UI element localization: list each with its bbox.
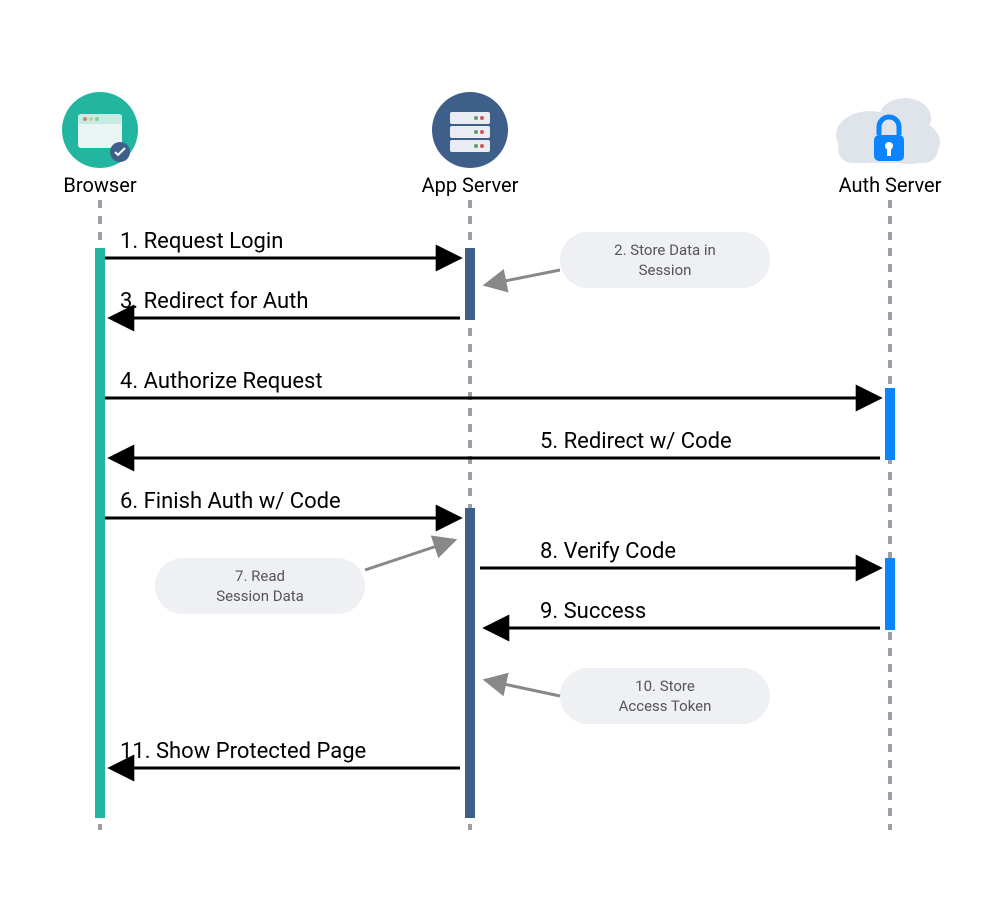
note-10-store-token: 10. Store Access Token xyxy=(485,668,770,724)
msg-3-redirect-auth: 3. Redirect for Auth xyxy=(110,289,460,318)
app-activation-2 xyxy=(465,508,475,818)
svg-text:Access Token: Access Token xyxy=(619,697,712,715)
sequence-diagram: Browser App Server Auth Server xyxy=(0,0,1000,900)
auth-activation-1 xyxy=(885,388,895,460)
msg-11-show-page: 11. Show Protected Page xyxy=(110,739,460,768)
browser-label: Browser xyxy=(63,173,136,197)
msg-6-finish-auth: 6. Finish Auth w/ Code xyxy=(105,489,460,518)
svg-text:8. Verify Code: 8. Verify Code xyxy=(540,539,676,564)
note-7-read-session: 7. Read Session Data xyxy=(155,540,455,614)
svg-text:5. Redirect w/ Code: 5. Redirect w/ Code xyxy=(540,429,732,454)
svg-text:10. Store: 10. Store xyxy=(635,677,695,695)
msg-8-verify-code: 8. Verify Code xyxy=(480,539,880,568)
auth-server-label: Auth Server xyxy=(839,173,942,197)
auth-server-actor: Auth Server xyxy=(836,98,942,197)
svg-text:Session: Session xyxy=(639,261,692,279)
msg-1-request-login: 1. Request Login xyxy=(105,229,460,258)
msg-9-success: 9. Success xyxy=(485,599,880,628)
browser-activation xyxy=(95,248,105,818)
app-activation-1 xyxy=(465,248,475,320)
svg-text:2. Store Data in: 2. Store Data in xyxy=(614,241,716,259)
note-2-store-data: 2. Store Data in Session xyxy=(485,232,770,288)
svg-text:6. Finish Auth w/ Code: 6. Finish Auth w/ Code xyxy=(120,489,341,514)
auth-activation-2 xyxy=(885,558,895,630)
svg-text:3. Redirect for Auth: 3. Redirect for Auth xyxy=(120,289,308,314)
svg-text:4. Authorize Request: 4. Authorize Request xyxy=(120,369,323,394)
msg-5-redirect-code: 5. Redirect w/ Code xyxy=(110,429,880,458)
svg-text:7. Read: 7. Read xyxy=(235,567,285,585)
msg-4-authorize: 4. Authorize Request xyxy=(105,369,880,398)
svg-text:11. Show Protected Page: 11. Show Protected Page xyxy=(120,739,366,764)
svg-text:Session Data: Session Data xyxy=(216,587,304,605)
svg-text:1. Request Login: 1. Request Login xyxy=(120,229,283,254)
svg-text:9. Success: 9. Success xyxy=(540,599,646,624)
app-server-label: App Server xyxy=(422,173,519,197)
app-server-actor: App Server xyxy=(422,92,519,197)
browser-actor: Browser xyxy=(62,92,138,197)
